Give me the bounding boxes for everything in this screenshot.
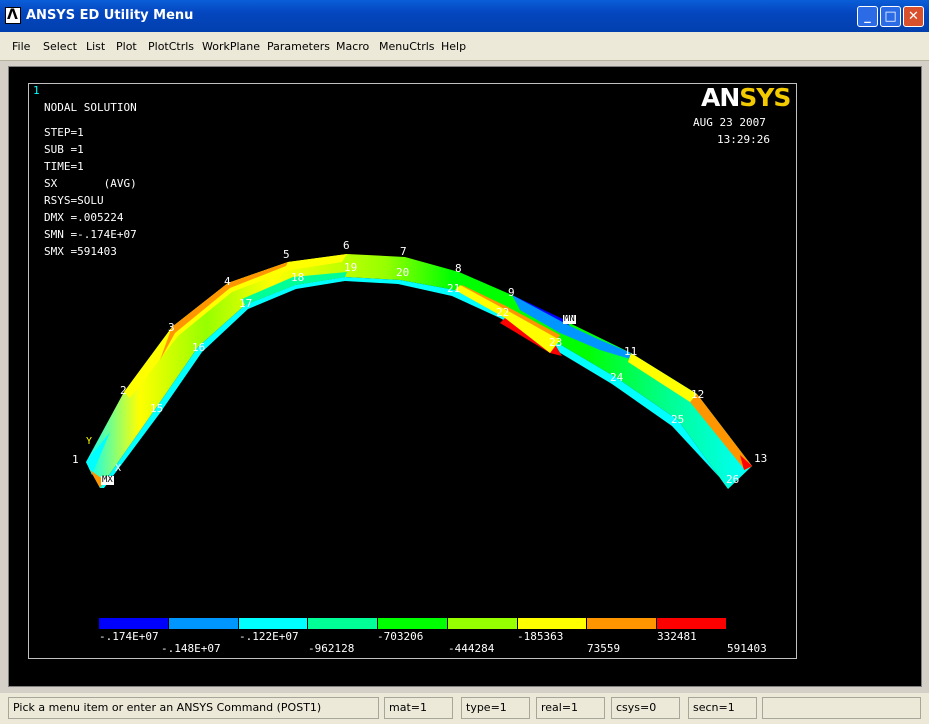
node-label: 22	[496, 306, 510, 319]
node-label: 7	[400, 245, 407, 258]
node-label: 1	[72, 453, 79, 466]
node-label: 21	[447, 282, 461, 295]
node-label: 20	[396, 266, 410, 279]
node-label: 17	[239, 297, 253, 310]
node-label: 6	[343, 239, 350, 252]
status-extra	[762, 697, 921, 719]
triad-y-label: Y	[86, 436, 93, 447]
node-label: 18	[291, 271, 305, 284]
node-label: 3	[168, 321, 175, 334]
legend-color-band	[99, 618, 169, 629]
status-secn: secn=1	[688, 697, 757, 719]
node-label: 2	[120, 384, 127, 397]
legend-label-bottom: -.148E+07	[161, 642, 221, 655]
command-prompt: Pick a menu item or enter an ANSYS Comma…	[8, 697, 379, 719]
legend-label-top: -.122E+07	[239, 630, 299, 643]
legend-color-band	[238, 618, 309, 629]
node-label: 24	[610, 371, 624, 384]
legend-label-bottom: -444284	[448, 642, 495, 655]
legend-label-top: -703206	[377, 630, 424, 643]
status-type: type=1	[461, 697, 530, 719]
min-marker: MN	[563, 314, 576, 324]
legend-label-bottom-value: .148E+07	[167, 642, 221, 655]
node-label: 4	[224, 275, 231, 288]
legend-label-bottom: 591403	[727, 642, 767, 655]
legend-color-band	[308, 618, 379, 629]
status-real: real=1	[536, 697, 605, 719]
triad-x-label: X	[115, 463, 122, 474]
node-label: 13	[754, 452, 768, 465]
status-csys: csys=0	[611, 697, 680, 719]
legend-color-band	[378, 618, 448, 629]
legend-color-band	[447, 618, 518, 629]
node-label: 12	[691, 388, 705, 401]
legend-label-top: -.174E+07	[99, 630, 159, 643]
legend-label-top: -185363	[517, 630, 564, 643]
legend-bar	[99, 618, 728, 629]
contour-plot	[86, 254, 752, 489]
node-label: 26	[726, 473, 740, 486]
legend-color-band	[517, 618, 588, 629]
legend-label-bottom: 73559	[587, 642, 621, 655]
legend-color-band	[587, 618, 658, 629]
node-label: 11	[624, 345, 638, 358]
status-bar: Pick a menu item or enter an ANSYS Comma…	[0, 693, 929, 724]
node-label: 5	[283, 248, 290, 261]
legend-label-bottom: -962128	[308, 642, 355, 655]
legend-color-band	[168, 618, 239, 629]
node-label: 8	[455, 262, 462, 275]
legend-label-top: 332481	[657, 630, 697, 643]
node-label: 16	[192, 341, 206, 354]
max-marker: MX	[101, 475, 114, 485]
node-label: 9	[508, 286, 515, 299]
node-label: 15	[150, 402, 164, 415]
node-label: 23	[549, 336, 563, 349]
status-mat: mat=1	[384, 697, 453, 719]
node-label: 19	[344, 261, 358, 274]
legend-color-band	[657, 618, 728, 629]
node-label: 25	[671, 413, 685, 426]
